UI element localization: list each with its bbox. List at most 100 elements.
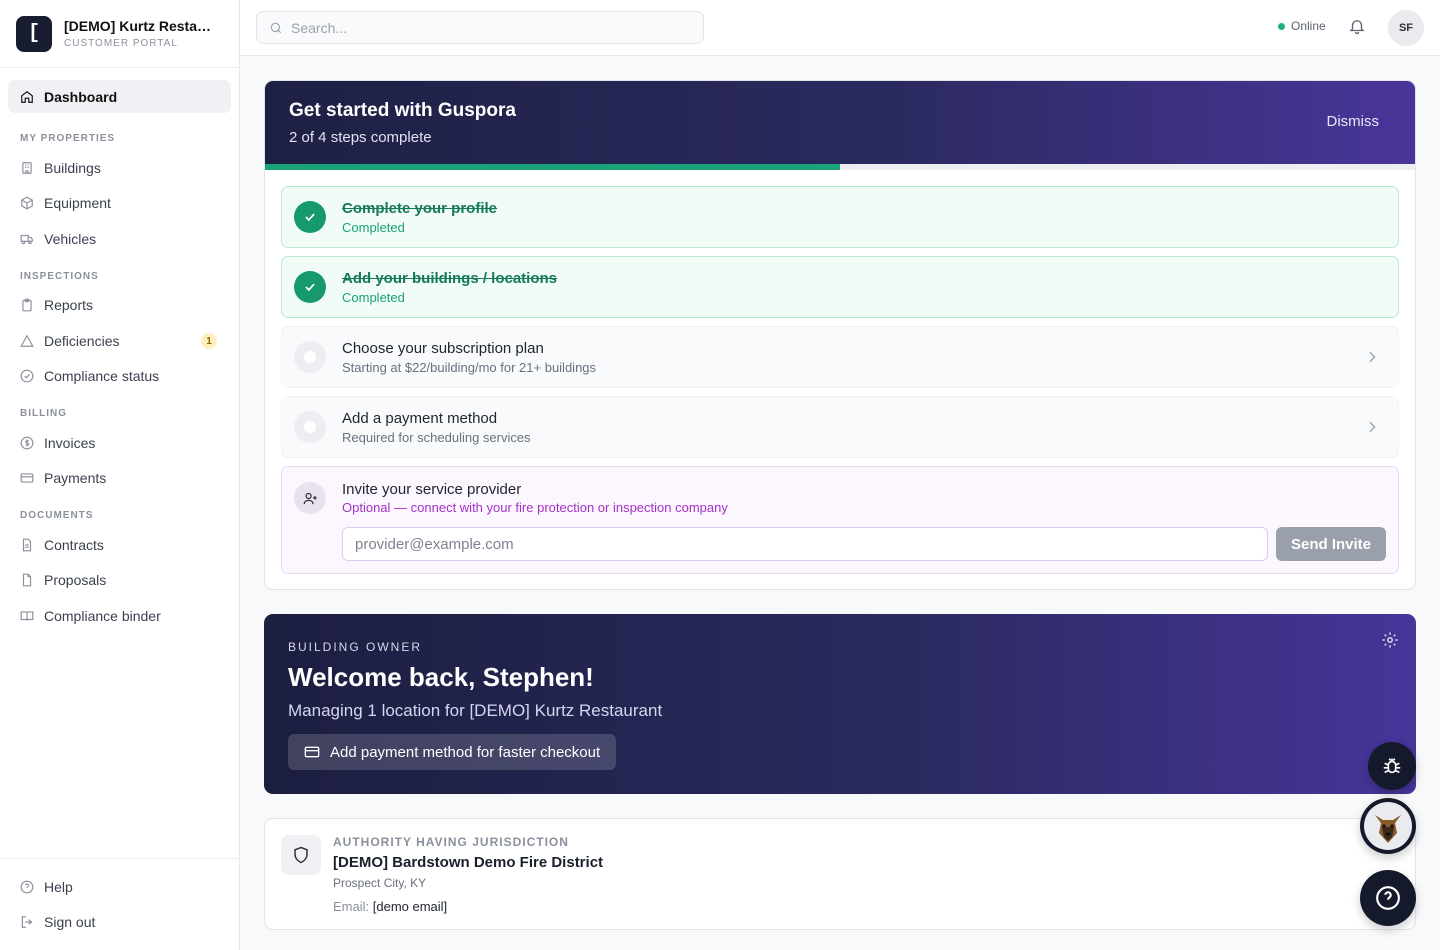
authority-email: Email: [demo email] bbox=[333, 899, 603, 914]
help-icon bbox=[1376, 886, 1400, 910]
sidebar-item-label: Help bbox=[44, 878, 73, 895]
dismiss-button[interactable]: Dismiss bbox=[1327, 113, 1380, 130]
get-started-card: Get started with Guspora 2 of 4 steps co… bbox=[264, 80, 1416, 590]
bug-report-button[interactable] bbox=[1368, 742, 1416, 790]
progress-bar bbox=[265, 164, 1415, 170]
check-icon bbox=[294, 201, 326, 233]
building-icon bbox=[20, 161, 34, 175]
step-desc: Required for scheduling services bbox=[342, 429, 531, 445]
pending-circle-icon bbox=[294, 411, 326, 443]
brand-subtitle: CUSTOMER PORTAL bbox=[64, 38, 178, 49]
send-invite-button[interactable]: Send Invite bbox=[1276, 527, 1386, 561]
search-input[interactable] bbox=[291, 19, 691, 36]
brand-logo: [ bbox=[16, 15, 52, 52]
user-avatar[interactable]: SF bbox=[1388, 10, 1424, 46]
brand-name: [DEMO] Kurtz Restaur... bbox=[64, 18, 219, 34]
sidebar-item-payments[interactable]: Payments bbox=[8, 461, 231, 497]
email-label: Email: bbox=[333, 899, 370, 914]
check-icon bbox=[294, 271, 326, 303]
sidebar-item-deficiencies[interactable]: Deficiencies 1 bbox=[8, 323, 231, 359]
add-payment-label: Add payment method for faster checkout bbox=[330, 743, 601, 761]
step-desc: Starting at $22/building/mo for 21+ buil… bbox=[342, 359, 597, 375]
sidebar-item-vehicles[interactable]: Vehicles bbox=[8, 221, 231, 257]
sidebar-item-sign-out[interactable]: Sign out bbox=[8, 905, 231, 941]
sidebar-item-help[interactable]: Help bbox=[8, 869, 231, 905]
authority-city: Prospect City, KY bbox=[333, 876, 427, 890]
sidebar-item-label: Equipment bbox=[44, 195, 111, 212]
step-add-buildings[interactable]: Add your buildings / locations Completed bbox=[281, 256, 1399, 318]
email-value[interactable]: [demo email] bbox=[373, 899, 447, 914]
file-icon bbox=[20, 538, 34, 552]
invite-desc: Optional — connect with your fire protec… bbox=[342, 500, 728, 515]
authority-name: [DEMO] Bardstown Demo Fire District bbox=[333, 854, 604, 871]
progress-fill bbox=[265, 164, 840, 170]
sidebar-item-proposals[interactable]: Proposals bbox=[8, 563, 231, 599]
sidebar-item-label: Compliance status bbox=[44, 368, 160, 385]
step-add-payment[interactable]: Add a payment method Required for schedu… bbox=[281, 396, 1399, 458]
status-label: Online bbox=[1291, 19, 1326, 33]
sidebar-item-compliance-binder[interactable]: Compliance binder bbox=[8, 598, 231, 634]
status-dot bbox=[1278, 22, 1285, 30]
sidebar-item-label: Contracts bbox=[44, 536, 104, 553]
help-icon bbox=[20, 880, 34, 894]
sidebar-item-label: Proposals bbox=[44, 572, 107, 589]
card-icon bbox=[20, 471, 34, 485]
brand[interactable]: [ [DEMO] Kurtz Restaur... CUSTOMER PORTA… bbox=[0, 0, 239, 68]
welcome-title: Welcome back, Stephen! bbox=[288, 662, 594, 692]
step-choose-subscription[interactable]: Choose your subscription plan Starting a… bbox=[281, 326, 1399, 388]
check-circle-icon bbox=[20, 369, 34, 383]
top-header: Online SF bbox=[240, 0, 1440, 56]
step-title: Complete your profile bbox=[342, 199, 498, 217]
deficiencies-count-badge: 1 bbox=[201, 333, 217, 349]
sidebar-nav: Dashboard MY PROPERTIES Buildings Equipm… bbox=[0, 68, 239, 634]
sidebar: [ [DEMO] Kurtz Restaur... CUSTOMER PORTA… bbox=[0, 0, 240, 950]
step-title: Add your buildings / locations bbox=[342, 269, 558, 287]
sidebar-item-label: Reports bbox=[44, 297, 94, 314]
section-title-billing: BILLING bbox=[20, 408, 67, 419]
sidebar-item-contracts[interactable]: Contracts bbox=[8, 527, 231, 563]
authority-card: AUTHORITY HAVING JURISDICTION [DEMO] Bar… bbox=[264, 818, 1416, 930]
clipboard-icon bbox=[20, 298, 34, 312]
user-role: BUILDING OWNER bbox=[288, 640, 423, 654]
online-status: Online bbox=[1278, 19, 1326, 33]
get-started-progress-text: 2 of 4 steps complete bbox=[289, 129, 432, 146]
book-icon bbox=[20, 609, 34, 623]
welcome-subtitle: Managing 1 location for [DEMO] Kurtz Res… bbox=[288, 701, 663, 720]
bell-icon[interactable] bbox=[1348, 17, 1368, 37]
step-complete-profile[interactable]: Complete your profile Completed bbox=[281, 186, 1399, 248]
sidebar-item-reports[interactable]: Reports bbox=[8, 288, 231, 324]
sidebar-item-label: Vehicles bbox=[44, 230, 97, 247]
sidebar-item-label: Compliance binder bbox=[44, 607, 161, 624]
search-box[interactable] bbox=[256, 11, 704, 44]
sidebar-item-label: Invoices bbox=[44, 434, 96, 451]
invite-provider-step: Invite your service provider Optional — … bbox=[281, 466, 1399, 574]
shield-icon bbox=[281, 835, 321, 875]
home-icon bbox=[20, 90, 34, 104]
sidebar-item-equipment[interactable]: Equipment bbox=[8, 186, 231, 222]
provider-email-input[interactable] bbox=[342, 527, 1268, 561]
truck-icon bbox=[20, 232, 34, 246]
welcome-card: BUILDING OWNER Welcome back, Stephen! Ma… bbox=[264, 614, 1416, 794]
sidebar-item-dashboard[interactable]: Dashboard bbox=[8, 80, 231, 113]
help-chat-button[interactable] bbox=[1360, 870, 1416, 926]
sidebar-item-label: Buildings bbox=[44, 159, 101, 176]
gear-icon[interactable] bbox=[1381, 631, 1399, 654]
sidebar-item-buildings[interactable]: Buildings bbox=[8, 150, 231, 186]
sidebar-item-label: Payments bbox=[44, 470, 107, 487]
chevron-right-icon bbox=[1364, 419, 1380, 440]
sidebar-item-label: Sign out bbox=[44, 914, 96, 931]
assistant-avatar-button[interactable] bbox=[1360, 798, 1416, 854]
add-payment-method-button[interactable]: Add payment method for faster checkout bbox=[288, 734, 617, 770]
step-desc: Completed bbox=[342, 289, 405, 305]
dog-avatar-icon bbox=[1364, 802, 1412, 850]
get-started-header: Get started with Guspora 2 of 4 steps co… bbox=[265, 81, 1415, 164]
step-title: Add a payment method bbox=[342, 409, 498, 427]
invite-title: Invite your service provider bbox=[342, 481, 522, 498]
sidebar-item-invoices[interactable]: Invoices bbox=[8, 425, 231, 461]
pending-circle-icon bbox=[294, 341, 326, 373]
chevron-right-icon bbox=[1364, 349, 1380, 370]
sidebar-item-compliance-status[interactable]: Compliance status bbox=[8, 359, 231, 395]
sidebar-item-label: Deficiencies bbox=[44, 332, 120, 349]
search-icon bbox=[269, 21, 283, 35]
warning-icon bbox=[20, 334, 34, 348]
